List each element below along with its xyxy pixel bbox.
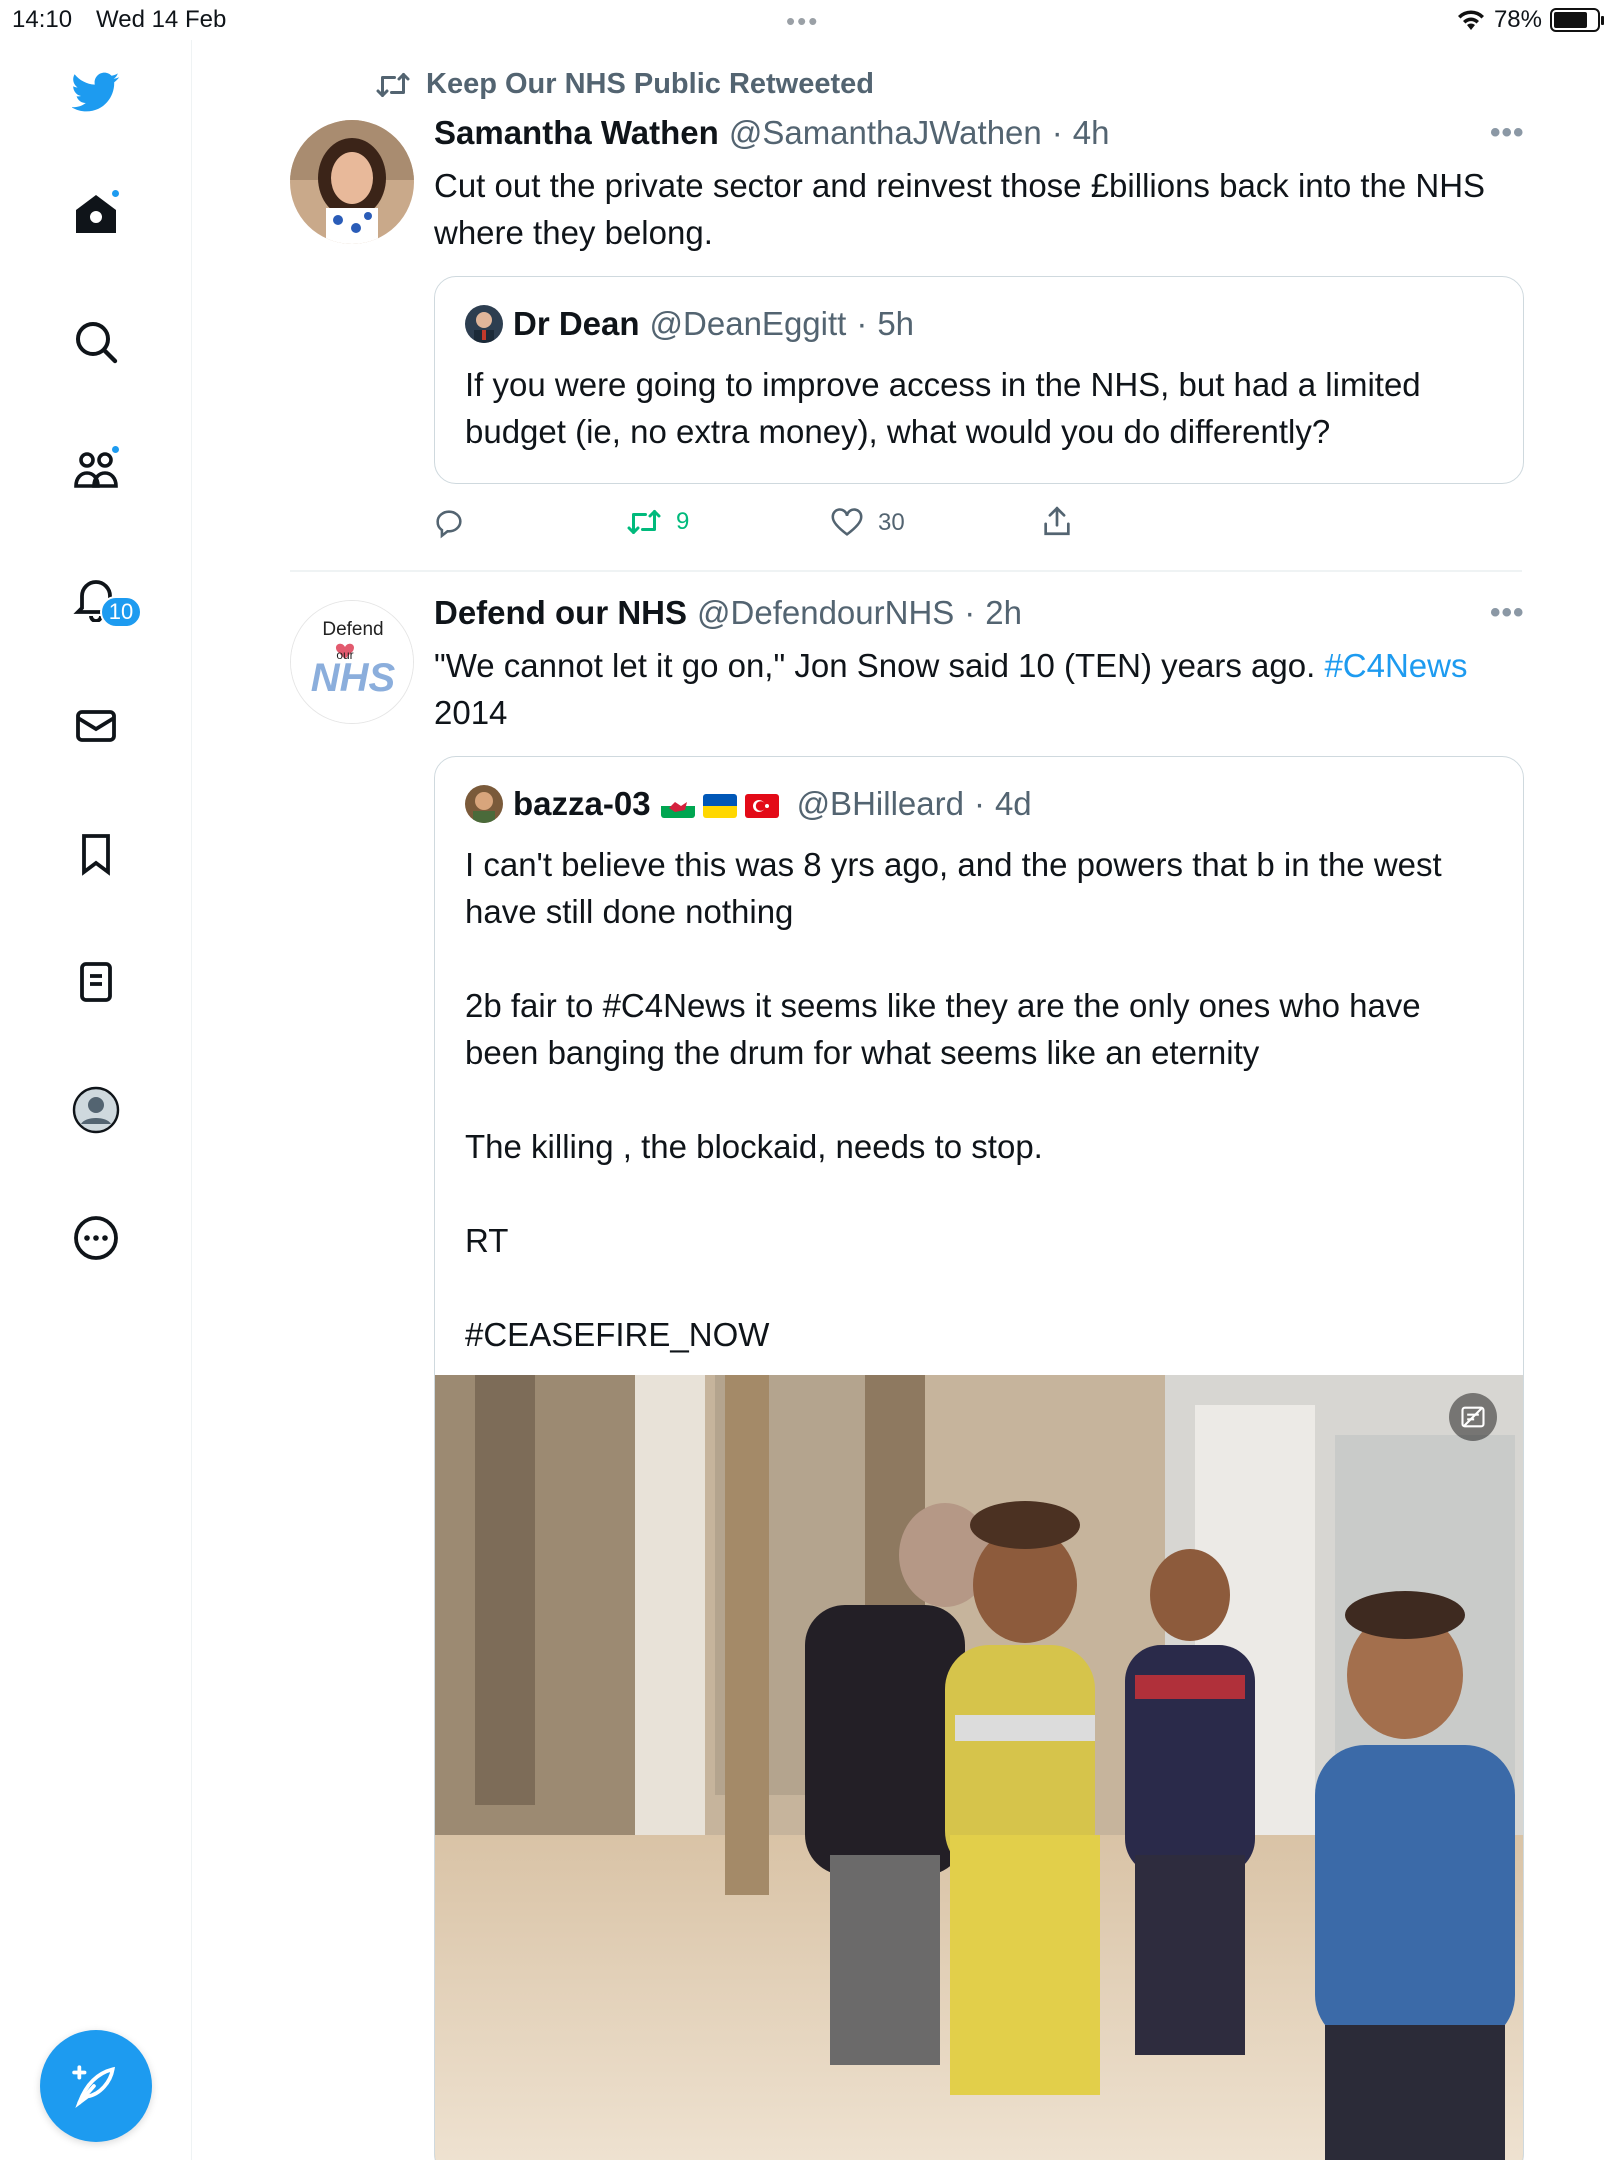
quoted-tweet-header: Dr Dean @DeanEggitt · 5h <box>465 305 914 343</box>
avatar-logo-text-top: Defend <box>322 619 383 640</box>
compose-tweet-button[interactable] <box>40 2030 152 2142</box>
quoted-tweet-header: bazza-03 @BHilleard · 4d <box>465 785 1032 823</box>
battery-percent: 78% <box>1493 6 1542 33</box>
communities-icon[interactable] <box>64 438 128 502</box>
user-handle[interactable]: @SamanthaJWathen <box>729 114 1042 152</box>
bookmarks-icon[interactable] <box>64 822 128 886</box>
profile-avatar-icon[interactable] <box>64 1078 128 1142</box>
reply-icon <box>436 510 462 539</box>
search-icon[interactable] <box>64 310 128 374</box>
quoted-avatar <box>465 785 503 823</box>
tweet-text-year: 2014 <box>434 694 508 731</box>
retweet-icon <box>376 72 410 97</box>
more-options-icon[interactable] <box>64 1206 128 1270</box>
multitasking-dots-icon[interactable]: ••• <box>786 6 819 37</box>
user-handle[interactable]: @DefendourNHS <box>697 594 954 632</box>
quoted-avatar <box>465 305 503 343</box>
display-name[interactable]: Defend our NHS <box>434 594 687 632</box>
avatar[interactable] <box>290 120 414 244</box>
retweet-note[interactable]: Keep Our NHS Public Retweeted <box>374 68 874 101</box>
tweet-actions: 9 30 <box>432 502 1092 546</box>
turkey-flag-icon <box>744 794 779 819</box>
avatar[interactable]: Defend our NHS <box>290 600 414 724</box>
avatar-logo-text-bottom: NHS <box>311 656 396 700</box>
quoted-tweet[interactable]: Dr Dean @DeanEggitt · 5h If you were goi… <box>434 276 1524 484</box>
status-date: Wed 14 Feb <box>96 6 227 33</box>
retweet-note-text: Keep Our NHS Public Retweeted <box>426 68 874 100</box>
tweet-time[interactable]: 4h <box>1073 114 1110 152</box>
like-count: 30 <box>878 509 905 536</box>
tweet-text: "We cannot let it go on," Jon Snow said … <box>434 642 1524 736</box>
share-button[interactable] <box>1040 504 1074 538</box>
tweet-text: Cut out the private sector and reinvest … <box>434 167 1486 251</box>
quoted-text: I can't believe this was 8 yrs ago, and … <box>465 846 1442 1353</box>
hashtag-link[interactable]: #C4News <box>1324 647 1467 684</box>
status-time: 14:10 <box>12 6 73 33</box>
retweet-icon <box>627 510 661 534</box>
ukraine-flag-icon <box>702 794 737 819</box>
retweet-count: 9 <box>676 508 690 535</box>
tweet-time[interactable]: 2h <box>985 594 1022 632</box>
quoted-time: 4d <box>994 785 1032 822</box>
flags <box>660 785 787 823</box>
wales-flag-icon <box>660 794 695 819</box>
wifi-icon <box>1457 10 1484 30</box>
tweet-header: Samantha Wathen @SamanthaJWathen · 4h <box>434 114 1110 152</box>
quoted-tweet[interactable]: bazza-03 @BHilleard · 4d I can't believe… <box>434 756 1524 2160</box>
share-icon <box>1044 506 1070 536</box>
tweet-more-icon[interactable]: ••• <box>1490 116 1525 150</box>
tweet-divider <box>290 570 1522 572</box>
messages-envelope-icon[interactable] <box>64 694 128 758</box>
compose-feather-icon <box>72 2065 115 2109</box>
communities-unread-dot <box>110 444 121 455</box>
reply-button[interactable] <box>432 506 466 540</box>
quoted-display-name: Dr Dean <box>513 305 640 342</box>
tweet-header: Defend our NHS @DefendourNHS · 2h <box>434 594 1023 632</box>
heart-icon <box>831 508 863 536</box>
status-right: 78% <box>1456 6 1604 34</box>
twitter-logo-icon[interactable] <box>64 60 128 124</box>
retweet-button[interactable]: 9 <box>626 506 689 538</box>
status-bar: 14:10 Wed 14 Feb ••• 78% <box>0 0 1620 40</box>
media-settings-icon[interactable] <box>1449 1393 1497 1441</box>
like-button[interactable]: 30 <box>830 506 905 540</box>
battery-icon <box>1550 8 1604 32</box>
tweet-more-icon[interactable]: ••• <box>1490 596 1525 630</box>
tweet-text-main: "We cannot let it go on," Jon Snow said … <box>434 647 1325 684</box>
notifications-badge: 10 <box>100 596 142 628</box>
lists-icon[interactable] <box>64 950 128 1014</box>
quoted-display-name: bazza-03 <box>513 785 651 822</box>
quoted-handle: @DeanEggitt <box>649 305 847 342</box>
quoted-time: 5h <box>877 305 915 342</box>
video-media[interactable] <box>435 1375 1523 2160</box>
video-thumbnail <box>435 1375 1523 2160</box>
display-name[interactable]: Samantha Wathen <box>434 114 719 152</box>
home-unread-dot <box>110 188 121 199</box>
quoted-text: If you were going to improve access in t… <box>465 366 1421 450</box>
home-icon[interactable] <box>64 182 128 246</box>
sidebar: 10 <box>0 40 192 2160</box>
quoted-handle: @BHilleard <box>796 785 964 822</box>
